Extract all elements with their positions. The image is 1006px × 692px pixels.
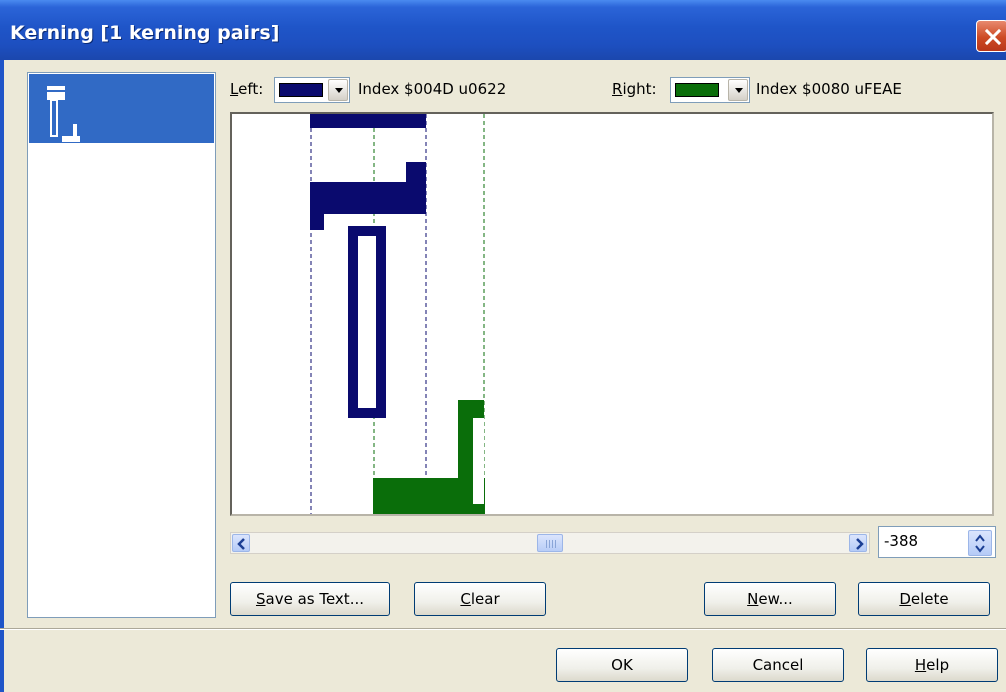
delete-button[interactable]: Delete bbox=[858, 582, 990, 616]
left-color-combo[interactable] bbox=[274, 77, 350, 103]
scroll-right-button[interactable] bbox=[849, 534, 867, 552]
kerning-preview-canvas[interactable] bbox=[230, 112, 994, 516]
dropdown-arrow-icon[interactable] bbox=[728, 79, 748, 101]
ok-button[interactable]: OK bbox=[556, 648, 688, 682]
footer-divider-highlight bbox=[0, 629, 1006, 630]
scroll-left-button[interactable] bbox=[232, 534, 250, 552]
cancel-button[interactable]: Cancel bbox=[712, 648, 844, 682]
save-as-text-button[interactable]: Save as Text... bbox=[230, 582, 390, 616]
scroll-right-icon bbox=[856, 538, 864, 550]
close-button[interactable] bbox=[976, 20, 1006, 52]
clear-button[interactable]: Clear bbox=[414, 582, 546, 616]
right-color-swatch bbox=[675, 83, 719, 97]
close-icon bbox=[984, 28, 1002, 46]
spin-up-icon[interactable] bbox=[975, 534, 985, 542]
help-button[interactable]: Help bbox=[866, 648, 998, 682]
scroll-left-icon bbox=[237, 538, 245, 550]
spin-down-icon[interactable] bbox=[975, 545, 985, 553]
window-frame-left bbox=[0, 60, 4, 692]
right-glyph-notch bbox=[473, 418, 484, 504]
dropdown-arrow-icon[interactable] bbox=[328, 79, 348, 101]
kerning-pair-item-selected[interactable] bbox=[29, 74, 214, 143]
right-color-combo[interactable] bbox=[670, 77, 750, 103]
kerning-pair-thumbnail bbox=[47, 86, 80, 142]
kerning-preview-drawing bbox=[310, 114, 485, 514]
kerning-value-spin[interactable] bbox=[968, 530, 992, 556]
horizontal-scrollbar[interactable] bbox=[230, 532, 870, 554]
window-title: Kerning [1 kerning pairs] bbox=[10, 22, 280, 44]
title-bar: Kerning [1 kerning pairs] bbox=[0, 0, 1006, 60]
right-glyph-index: Index $0080 uFEAE bbox=[756, 80, 902, 98]
left-glyph-counter bbox=[358, 236, 376, 408]
right-glyph-label: Right: bbox=[612, 80, 657, 98]
new-button[interactable]: New... bbox=[704, 582, 836, 616]
left-color-swatch bbox=[279, 83, 323, 97]
left-glyph-label: Left: bbox=[230, 80, 264, 98]
right-glyph-shape bbox=[373, 400, 485, 514]
scroll-thumb[interactable] bbox=[537, 534, 563, 552]
kerning-pair-list[interactable] bbox=[27, 72, 216, 618]
left-glyph-index: Index $004D u0622 bbox=[358, 80, 507, 98]
